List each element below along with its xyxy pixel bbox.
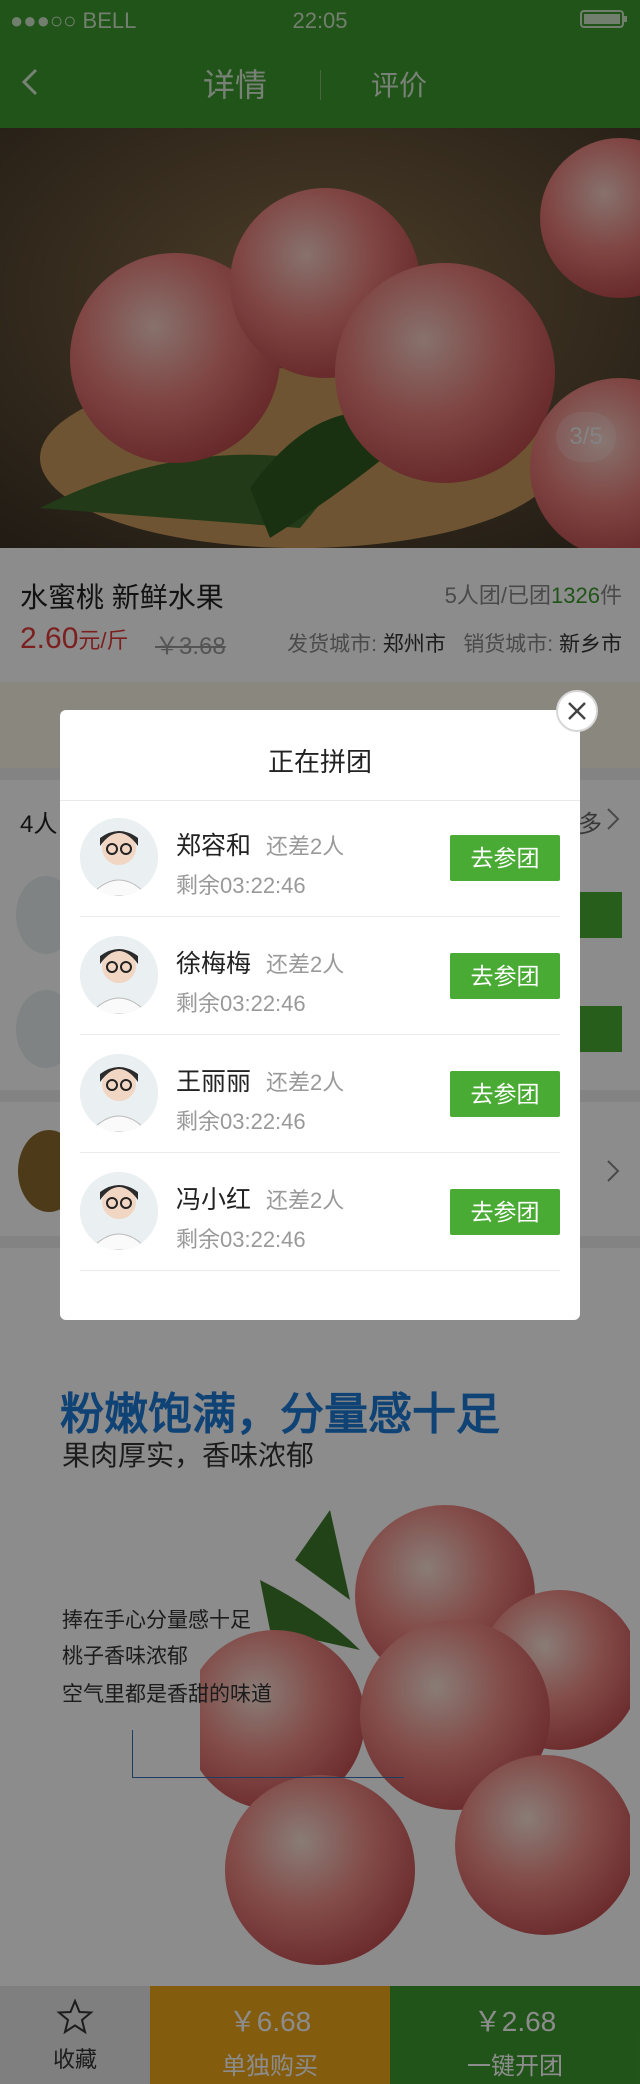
row-divider: [80, 1034, 560, 1035]
row-divider: [80, 1270, 560, 1271]
join-group-button[interactable]: 去参团: [450, 953, 560, 999]
member-name: 冯小红: [176, 1186, 252, 1214]
members-needed: 还差2人: [266, 952, 345, 977]
member-name: 徐梅梅: [176, 950, 252, 978]
member-name: 王丽丽: [176, 1068, 252, 1096]
time-remaining: 剩余03:22:46: [176, 1227, 306, 1252]
modal-divider: [60, 800, 580, 801]
time-remaining: 剩余03:22:46: [176, 991, 306, 1016]
avatar: [80, 1172, 158, 1250]
time-remaining: 剩余03:22:46: [176, 873, 306, 898]
join-group-button[interactable]: 去参团: [450, 835, 560, 881]
members-needed: 还差2人: [266, 1188, 345, 1213]
members-needed: 还差2人: [266, 1070, 345, 1095]
time-remaining: 剩余03:22:46: [176, 1109, 306, 1134]
close-icon: [568, 702, 586, 720]
avatar: [80, 936, 158, 1014]
avatar: [80, 818, 158, 896]
modal-title: 正在拼团: [267, 747, 372, 777]
row-divider: [80, 916, 560, 917]
members-needed: 还差2人: [266, 834, 345, 859]
avatar: [80, 1054, 158, 1132]
join-group-button[interactable]: 去参团: [450, 1189, 560, 1235]
member-name: 郑容和: [176, 832, 252, 860]
row-divider: [80, 1152, 560, 1153]
close-button[interactable]: [556, 690, 598, 732]
join-group-button[interactable]: 去参团: [450, 1071, 560, 1117]
